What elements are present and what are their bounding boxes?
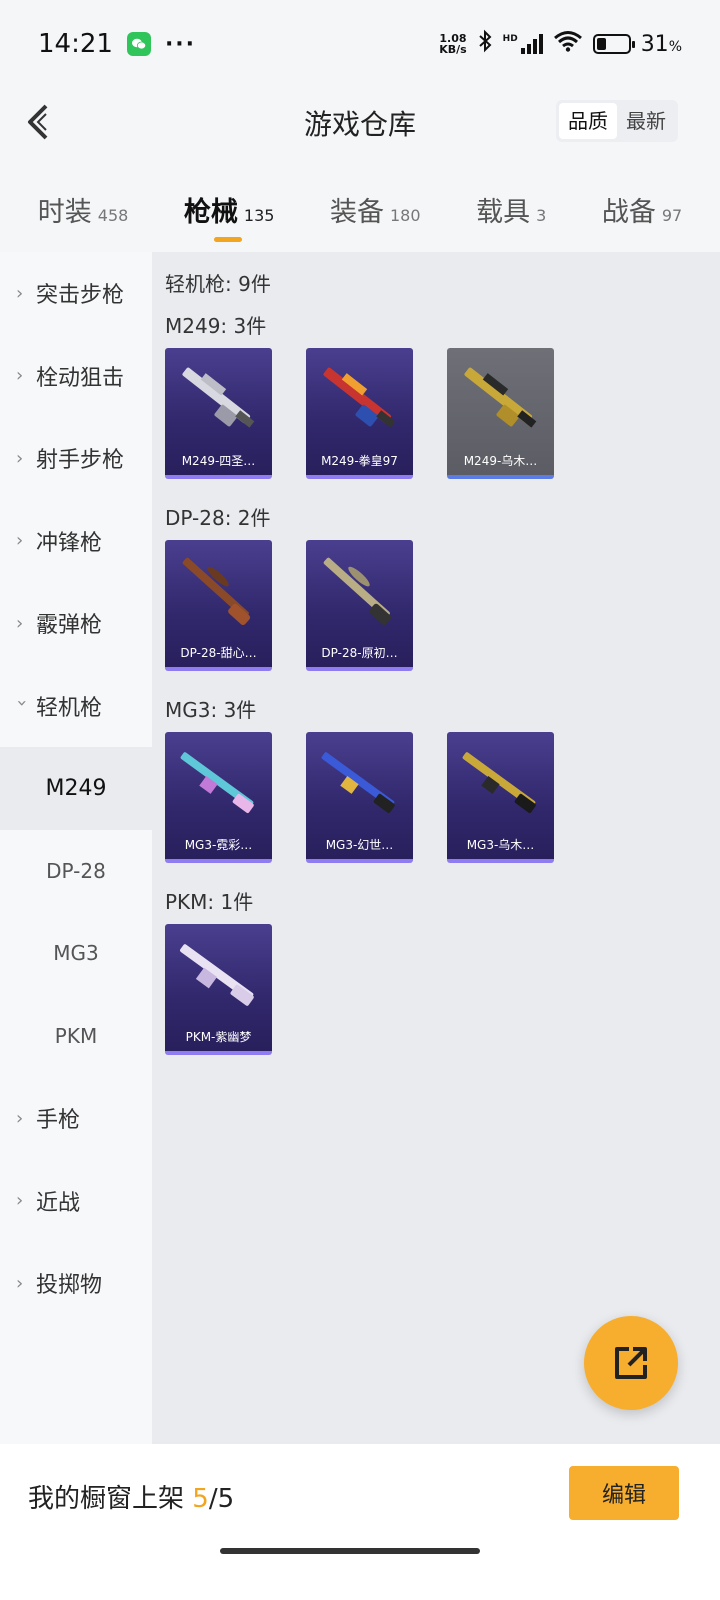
chevron-down-icon: ›: [11, 699, 33, 707]
card-row: MG3-霓彩… MG3-幻世… MG3-乌木…: [165, 732, 720, 872]
sidebar-item-marksman-rifle[interactable]: › 射手步枪: [0, 417, 152, 500]
chevron-right-icon: ›: [16, 612, 24, 634]
weapon-skin-card[interactable]: PKM-紫幽梦: [165, 924, 272, 1055]
sidebar-subitem-mg3[interactable]: MG3: [0, 912, 152, 995]
weapon-skin-card[interactable]: MG3-霓彩…: [165, 732, 272, 863]
back-button[interactable]: [18, 102, 58, 142]
sort-latest-button[interactable]: 最新: [617, 103, 675, 139]
group-title: M249: 3件: [165, 314, 267, 338]
m249-gun-image: [323, 367, 396, 428]
hd-label: HD: [502, 34, 518, 44]
battery-percent: 31%: [640, 31, 682, 57]
weapon-skin-card[interactable]: MG3-乌木…: [447, 732, 554, 863]
sidebar-subitem-pkm[interactable]: PKM: [0, 995, 152, 1078]
sidebar-item-lmg[interactable]: › 轻机枪: [0, 665, 152, 748]
weapon-skin-card[interactable]: MG3-幻世…: [306, 732, 413, 863]
weapon-skin-card[interactable]: M249-四圣…: [165, 348, 272, 479]
sidebar-item-melee[interactable]: › 近战: [0, 1160, 152, 1243]
sidebar-item-pistol[interactable]: › 手枪: [0, 1077, 152, 1160]
wifi-icon: [553, 29, 583, 59]
clock: 14:21: [38, 29, 113, 59]
weapon-category-sidebar: › 突击步枪 › 栓动狙击 › 射手步枪 › 冲锋枪 › 霰弹枪 › 轻机枪 M249 DP…: [0, 252, 152, 1452]
more-notifications-icon: ···: [164, 31, 197, 57]
battery-icon: [592, 34, 635, 54]
m249-gun-image: [464, 367, 537, 428]
sidebar-subitem-m249[interactable]: M249: [0, 747, 152, 830]
pkm-gun-image: [180, 944, 254, 1006]
dp28-gun-image: [182, 557, 251, 625]
chevron-right-icon: ›: [16, 282, 24, 304]
sidebar-item-assault-rifle[interactable]: › 突击步枪: [0, 252, 152, 335]
bottom-bar: 我的橱窗上架 5/5 编辑: [0, 1444, 720, 1600]
page-title: 游戏仓库: [303, 108, 416, 141]
sidebar-subitem-dp28[interactable]: DP-28: [0, 830, 152, 913]
sidebar-item-smg[interactable]: › 冲锋枪: [0, 500, 152, 583]
network-speed: 1.08 KB/s: [439, 32, 467, 56]
dp28-gun-image: [323, 557, 392, 625]
signal-icon: HD: [503, 34, 543, 54]
chevron-right-icon: ›: [16, 1190, 24, 1212]
tab-firearms[interactable]: 枪械 135: [184, 170, 274, 250]
mg3-gun-image: [321, 752, 395, 813]
tab-equipment[interactable]: 装备 180: [330, 170, 421, 250]
active-tab-indicator: [213, 237, 242, 242]
status-bar: 14:21 ··· 1.08 KB/s HD 31%: [0, 0, 720, 88]
tab-fashion[interactable]: 时装 458: [38, 170, 129, 250]
header: 游戏仓库 品质 最新: [0, 88, 720, 158]
edit-button[interactable]: 编辑: [569, 1466, 679, 1520]
chevron-right-icon: ›: [16, 1107, 24, 1129]
weapon-skin-card[interactable]: DP-28-甜心…: [165, 540, 272, 671]
showcase-status: 我的橱窗上架 5/5: [28, 1484, 235, 1514]
mg3-gun-image: [462, 752, 536, 813]
m249-gun-image: [182, 367, 255, 428]
section-total: 轻机枪: 9件: [165, 272, 271, 296]
group-title: MG3: 3件: [165, 698, 257, 722]
card-row: PKM-紫幽梦: [165, 924, 720, 1064]
mg3-gun-image: [180, 752, 254, 813]
sort-quality-button[interactable]: 品质: [559, 103, 617, 139]
weapon-skin-card[interactable]: M249-乌木…: [447, 348, 554, 479]
home-indicator[interactable]: [220, 1548, 480, 1554]
weapon-list: 轻机枪: 9件 M249: 3件 M249-四圣… M249-拳皇97 M249…: [152, 252, 720, 1452]
card-row: DP-28-甜心… DP-28-原初…: [165, 540, 720, 680]
chevron-left-icon: [28, 104, 48, 140]
card-row: M249-四圣… M249-拳皇97 M249-乌木…: [165, 348, 720, 488]
chevron-right-icon: ›: [16, 530, 24, 552]
sidebar-item-shotgun[interactable]: › 霰弹枪: [0, 582, 152, 665]
tab-supplies[interactable]: 战备 97: [602, 170, 682, 250]
tab-vehicles[interactable]: 载具 3: [476, 170, 546, 250]
chevron-right-icon: ›: [16, 365, 24, 387]
group-title: DP-28: 2件: [165, 506, 271, 530]
weapon-skin-card[interactable]: DP-28-原初…: [306, 540, 413, 671]
bluetooth-icon: [477, 29, 493, 60]
sort-toggle: 品质 最新: [556, 100, 678, 142]
category-tabs: 时装 458 枪械 135 装备 180 载具 3 战备 97: [0, 170, 720, 250]
sidebar-item-bolt-sniper[interactable]: › 栓动狙击: [0, 335, 152, 418]
sidebar-item-throwables[interactable]: › 投掷物: [0, 1242, 152, 1325]
group-title: PKM: 1件: [165, 890, 254, 914]
weapon-skin-card[interactable]: M249-拳皇97: [306, 348, 413, 479]
chevron-right-icon: ›: [16, 1272, 24, 1294]
share-icon: [615, 1347, 647, 1379]
wechat-icon: [126, 32, 151, 56]
share-button[interactable]: [584, 1316, 678, 1410]
chevron-right-icon: ›: [16, 447, 24, 469]
